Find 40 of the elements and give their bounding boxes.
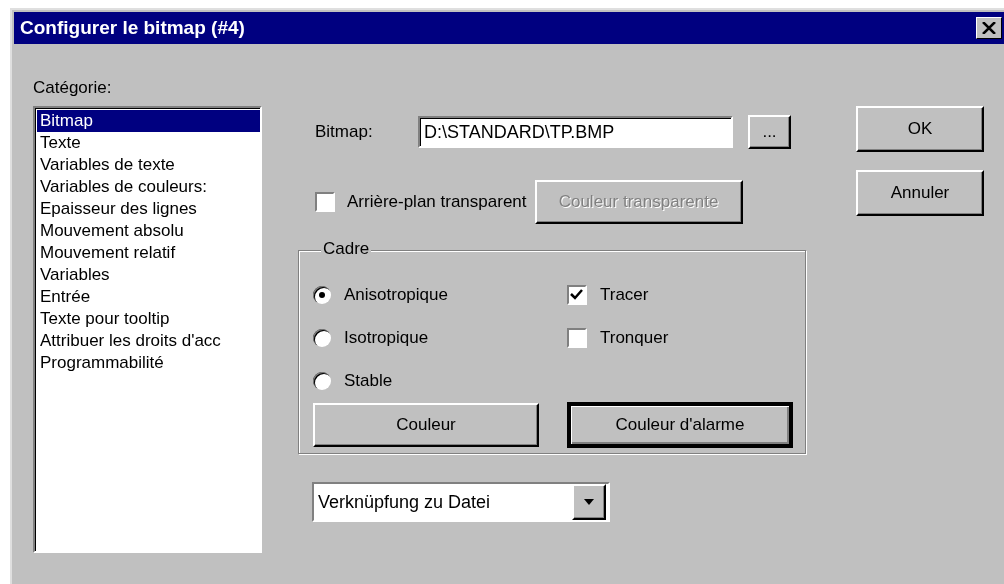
color-button[interactable]: Couleur d'alarme (568, 403, 792, 447)
list-item[interactable]: Mouvement relatif (37, 242, 260, 264)
caret-icon (584, 499, 594, 505)
list-item[interactable]: Bitmap (37, 110, 260, 132)
dropdown-value: Verknüpfung zu Datei (318, 491, 491, 513)
list-item[interactable]: Entrée (37, 286, 260, 308)
list-item[interactable]: Texte (37, 132, 260, 154)
cancel-button[interactable]: Annuler (856, 170, 984, 216)
checkbox-label: Tracer (600, 284, 649, 305)
list-item[interactable]: Epaisseur des lignes (37, 198, 260, 220)
list-item[interactable]: Programmabilité (37, 352, 260, 374)
window-title: Configurer le bitmap (#4) (20, 17, 245, 39)
close-icon (982, 22, 996, 34)
list-item[interactable]: Variables de couleurs: (37, 176, 260, 198)
checkbox-label: Tronquer (600, 327, 669, 348)
list-item[interactable]: Texte pour tooltip (37, 308, 260, 330)
radio-label: Anisotropique (344, 284, 448, 305)
list-item[interactable]: Variables de texte (37, 154, 260, 176)
radio-label: Stable (344, 370, 393, 391)
color-button[interactable]: Couleur (313, 403, 539, 447)
bitmap-path-field[interactable]: D:\STANDARD\TP.BMP (418, 116, 733, 148)
checkbox[interactable] (567, 284, 587, 305)
checkbox-label: Arrière-plan transparent (347, 192, 527, 212)
close-button[interactable] (976, 17, 1002, 39)
radio-button[interactable] (313, 371, 331, 390)
radio-button[interactable] (313, 285, 331, 304)
list-item[interactable]: Attribuer les droits d'acc (37, 330, 260, 352)
checkbox[interactable] (567, 327, 587, 348)
radio-label: Isotropique (344, 327, 429, 348)
category-label: Catégorie: (33, 78, 113, 98)
checkmark-icon (570, 288, 584, 301)
list-item[interactable]: Variables (37, 264, 260, 286)
browse-button[interactable]: ... (748, 115, 791, 149)
bitmap-label: Bitmap: (314, 122, 374, 142)
dropdown-button[interactable] (572, 484, 606, 520)
checkbox[interactable] (315, 192, 335, 212)
ok-button[interactable]: OK (856, 106, 984, 152)
radio-button[interactable] (313, 328, 331, 347)
list-item[interactable]: Mouvement absolu (37, 220, 260, 242)
link-dropdown[interactable]: Verknüpfung zu Datei (312, 482, 610, 522)
